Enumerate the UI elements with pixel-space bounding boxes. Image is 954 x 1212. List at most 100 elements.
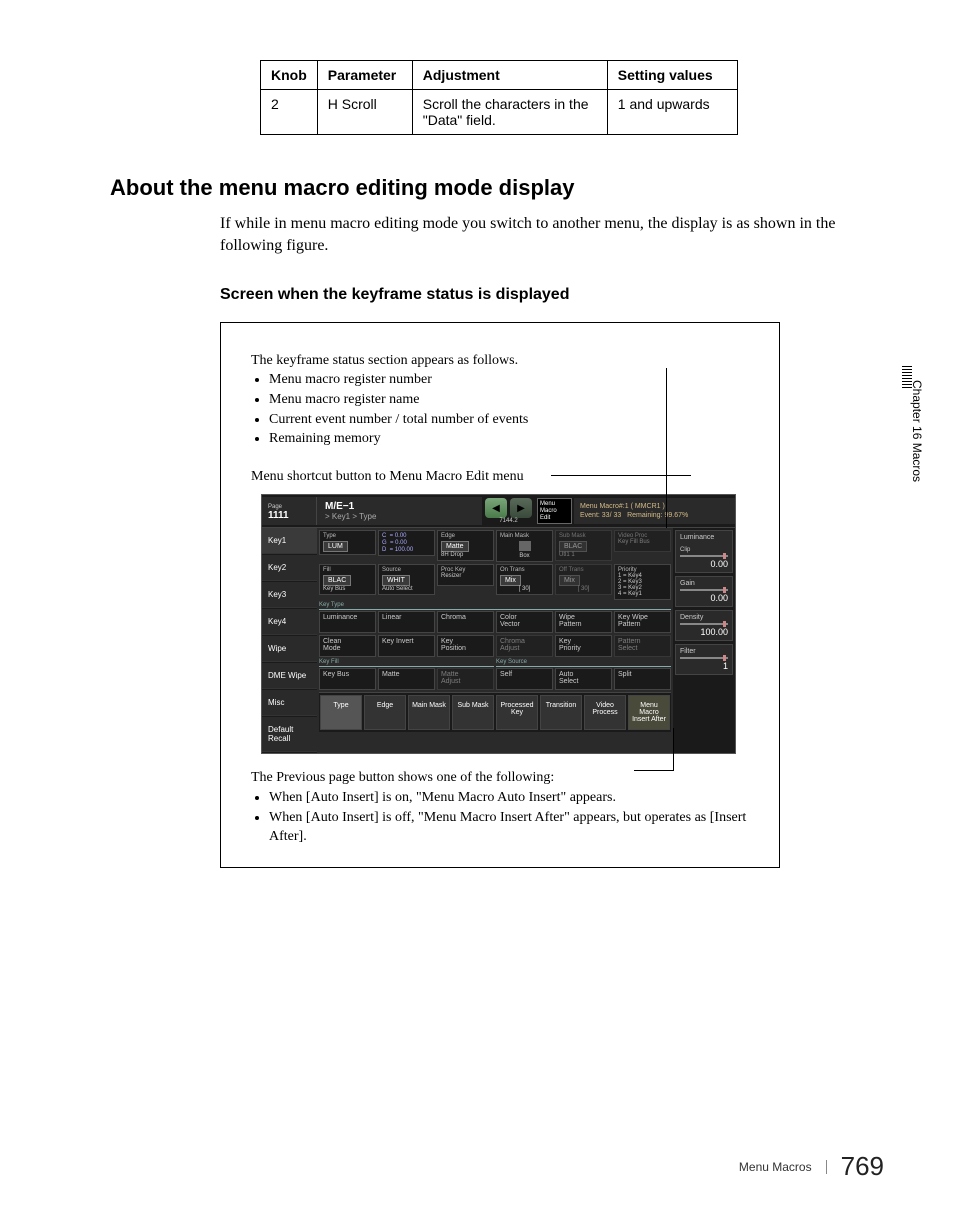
section-heading: About the menu macro editing mode displa… <box>110 175 884 201</box>
tab-type[interactable]: Type <box>320 695 362 730</box>
key-source-group-label: Key Source <box>496 659 671 665</box>
td-knob: 2 <box>261 90 318 135</box>
key-wipe-pattern-button[interactable]: Key Wipe Pattern <box>614 611 671 633</box>
keyframe-status-area: Menu Macro#:1 ( MMCR1 ) Event: 33/ 33 Re… <box>574 498 735 524</box>
sidebar-item-key3[interactable]: Key3 <box>262 582 317 608</box>
callout-bullet: When [Auto Insert] is off, "Menu Macro I… <box>269 808 749 847</box>
menu-screenshot: Page 1111 M/E−1 > Key1 > Type ◀ ▶ 7144.2… <box>261 494 736 754</box>
chroma-adjust-button[interactable]: Chroma Adjust <box>496 635 553 657</box>
sidebar-item-wipe[interactable]: Wipe <box>262 636 317 662</box>
callout-bullet: Remaining memory <box>269 429 749 449</box>
tab-sub-mask[interactable]: Sub Mask <box>452 695 494 730</box>
auto-select-button[interactable]: Auto Select <box>555 668 612 690</box>
knob-table: Knob Parameter Adjustment Setting values… <box>260 60 738 135</box>
main-panel: TypeLUM C = 0.00 G = 0.00 D = 100.00 Edg… <box>317 528 673 753</box>
page-number: 1111 <box>268 510 289 521</box>
callout-bullet: Menu macro register name <box>269 390 749 410</box>
th-adjustment: Adjustment <box>412 61 607 90</box>
luminance-button[interactable]: Luminance <box>319 611 376 633</box>
chapter-side-tab: Chapter 16 Macros <box>902 380 924 482</box>
color-vector-button[interactable]: Color Vector <box>496 611 553 633</box>
sub-mask-cell[interactable]: Sub MaskBLACUtl1 1 <box>555 530 612 561</box>
off-trans-cell[interactable]: Off TransMix[ 30] <box>555 564 612 595</box>
sidebar-item-misc[interactable]: Misc <box>262 690 317 716</box>
body-paragraph: If while in menu macro editing mode you … <box>220 213 884 258</box>
sidebar-item-key1[interactable]: Key1 <box>262 528 317 554</box>
sidebar-item-default-recall[interactable]: Default Recall <box>262 717 317 752</box>
wipe-pattern-button[interactable]: Wipe Pattern <box>555 611 612 633</box>
callout-previous-page: The Previous page button shows one of th… <box>251 768 749 846</box>
menu-macro-edit-button[interactable]: Menu Macro Edit <box>537 498 572 524</box>
figure-container: The keyframe status section appears as f… <box>220 322 780 868</box>
self-button[interactable]: Self <box>496 668 553 690</box>
knob-luminance[interactable]: Luminance Clip 0.00 <box>675 530 733 573</box>
on-trans-cell[interactable]: On TransMix[ 30] <box>496 564 553 595</box>
source-cell[interactable]: SourceWHITAuto Select <box>378 564 435 595</box>
knob-gain[interactable]: Gain 0.00 <box>675 576 733 607</box>
matte-button[interactable]: Matte <box>378 668 435 690</box>
scr-body: Key1 Key2 Key3 Key4 Wipe DME Wipe Misc D… <box>262 528 735 753</box>
footer-page-number: 769 <box>841 1151 884 1182</box>
table-row: 2 H Scroll Scroll the characters in the … <box>261 90 738 135</box>
callout-shortcut: Menu shortcut button to Menu Macro Edit … <box>251 467 749 487</box>
th-setting: Setting values <box>607 61 737 90</box>
callout-intro: The keyframe status section appears as f… <box>251 351 749 371</box>
key-bus-button[interactable]: Key Bus <box>319 668 376 690</box>
tab-video-process[interactable]: Video Process <box>584 695 626 730</box>
callout-keyframe-status: The keyframe status section appears as f… <box>251 351 749 449</box>
arrow-sublabel: 7144.2 <box>485 518 532 524</box>
sidebar-item-key4[interactable]: Key4 <box>262 609 317 635</box>
tab-edge[interactable]: Edge <box>364 695 406 730</box>
nav-arrow-group: ◀ ▶ 7144.2 <box>482 495 535 527</box>
callout-bullet: Current event number / total number of e… <box>269 410 749 430</box>
breadcrumb: > Key1 > Type <box>325 512 474 521</box>
next-page-button[interactable]: ▶ <box>510 498 532 518</box>
td-adjustment: Scroll the characters in the "Data" fiel… <box>412 90 607 135</box>
callout-bullet: When [Auto Insert] is on, "Menu Macro Au… <box>269 788 749 808</box>
sidebar-item-dmewipe[interactable]: DME Wipe <box>262 663 317 689</box>
footer-section-label: Menu Macros <box>739 1160 827 1174</box>
edge-cell[interactable]: EdgeMatte8H Drop <box>437 530 494 561</box>
tab-transition[interactable]: Transition <box>540 695 582 730</box>
knob-filter[interactable]: Filter 1 <box>675 644 733 675</box>
key-type-group-label: Key Type <box>319 602 671 608</box>
callout-bottom-intro: The Previous page button shows one of th… <box>251 768 749 788</box>
video-proc-cell[interactable]: Video ProcKey Fill Bus <box>614 530 671 552</box>
th-knob: Knob <box>261 61 318 90</box>
menu-title-area: M/E−1 > Key1 > Type <box>317 497 482 525</box>
sidebar: Key1 Key2 Key3 Key4 Wipe DME Wipe Misc D… <box>262 528 317 753</box>
prev-page-button[interactable]: ◀ <box>485 498 507 518</box>
split-button[interactable]: Split <box>614 668 671 690</box>
status-remaining: Remaining: 99.67% <box>627 512 688 519</box>
matte-adjust-button[interactable]: Matte Adjust <box>437 668 494 690</box>
cgd-values: C = 0.00 G = 0.00 D = 100.00 <box>378 530 435 556</box>
tab-main-mask[interactable]: Main Mask <box>408 695 450 730</box>
chroma-button[interactable]: Chroma <box>437 611 494 633</box>
status-event: Event: 33/ 33 <box>580 512 621 519</box>
page-number-area[interactable]: Page 1111 <box>262 497 317 525</box>
key-fill-group-label: Key Fill <box>319 659 494 665</box>
td-setting: 1 and upwards <box>607 90 737 135</box>
type-cell[interactable]: TypeLUM <box>319 530 376 555</box>
clean-mode-button[interactable]: Clean Mode <box>319 635 376 657</box>
proc-key-cell[interactable]: Proc KeyResizer <box>437 564 494 586</box>
tab-processed-key[interactable]: Processed Key <box>496 695 538 730</box>
right-knob-panel: Luminance Clip 0.00 Gain 0.00 Density 10… <box>673 528 735 753</box>
linear-button[interactable]: Linear <box>378 611 435 633</box>
priority-cell[interactable]: Priority1 = Key4 2 = Key3 3 = Key2 4 = K… <box>614 564 671 600</box>
th-parameter: Parameter <box>317 61 412 90</box>
td-parameter: H Scroll <box>317 90 412 135</box>
key-priority-button[interactable]: Key Priority <box>555 635 612 657</box>
subsection-heading: Screen when the keyframe status is displ… <box>220 286 884 304</box>
sidebar-item-key2[interactable]: Key2 <box>262 555 317 581</box>
status-line-1: Menu Macro#:1 ( MMCR1 ) <box>580 502 729 511</box>
page-footer: Menu Macros 769 <box>739 1151 884 1182</box>
menu-macro-insert-after-button[interactable]: Menu Macro Insert After <box>628 695 670 730</box>
main-mask-cell[interactable]: Main MaskBox <box>496 530 553 562</box>
pattern-select-button[interactable]: Pattern Select <box>614 635 671 657</box>
knob-density[interactable]: Density 100.00 <box>675 610 733 641</box>
fill-cell[interactable]: FillBLACKey Bus <box>319 564 376 595</box>
key-invert-button[interactable]: Key Invert <box>378 635 435 657</box>
key-position-button[interactable]: Key Position <box>437 635 494 657</box>
menu-title: M/E−1 <box>325 501 474 512</box>
